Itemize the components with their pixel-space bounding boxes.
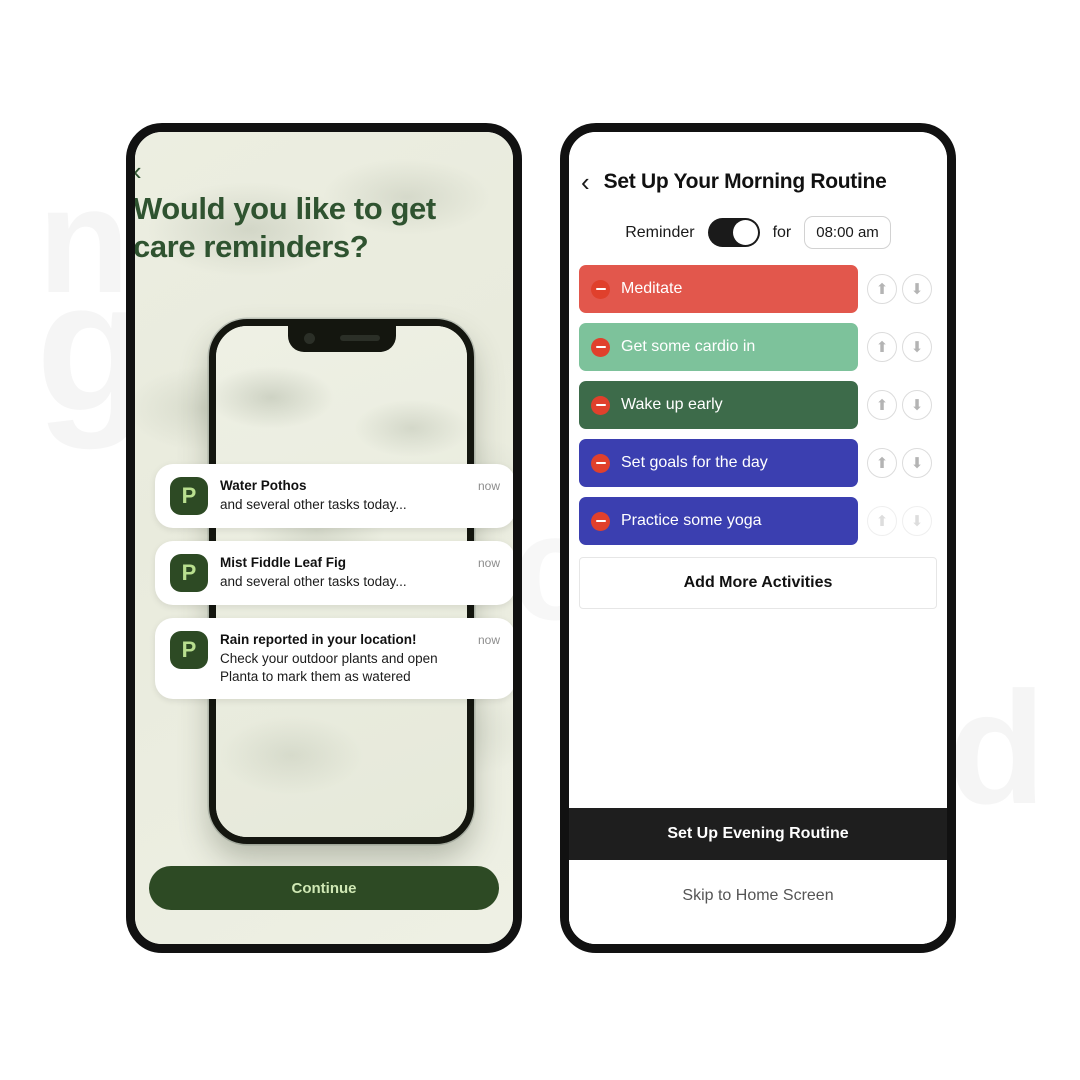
notification-text: Check your outdoor plants and open Plant… xyxy=(220,650,438,685)
toggle-knob xyxy=(732,220,758,245)
skip-to-home-button[interactable]: Skip to Home Screen xyxy=(569,860,947,944)
move-down-icon[interactable]: ⬇ xyxy=(902,274,932,304)
reminder-label: Reminder xyxy=(625,223,695,241)
right-phone-frame: ‹ Set Up Your Morning Routine Reminder f… xyxy=(560,123,956,953)
left-phone-frame: ‹ Would you like to get care reminders? … xyxy=(126,123,522,953)
set-up-evening-routine-button[interactable]: Set Up Evening Routine xyxy=(569,808,947,860)
reminder-toggle[interactable] xyxy=(707,218,760,247)
activity-label: Practice some yoga xyxy=(621,512,762,529)
back-icon[interactable]: ‹ xyxy=(135,158,142,184)
continue-button[interactable]: Continue xyxy=(149,866,499,910)
table-row: Meditate ⬆ ⬇ xyxy=(579,265,937,313)
table-row: Get some cardio in ⬆ ⬇ xyxy=(579,323,937,371)
speaker-icon xyxy=(339,335,380,341)
notch xyxy=(287,326,396,352)
camera-icon xyxy=(303,333,315,344)
activity-label: Get some cardio in xyxy=(621,338,756,355)
move-up-icon[interactable]: ⬆ xyxy=(867,332,897,362)
list-item[interactable]: P Rain reported in your location! Check … xyxy=(155,618,513,700)
notification-title: Rain reported in your location! xyxy=(220,632,417,647)
notification-time: now xyxy=(477,479,500,493)
activity-label: Wake up early xyxy=(621,396,723,413)
back-icon[interactable]: ‹ xyxy=(581,169,590,195)
table-row: Practice some yoga ⬆ ⬇ xyxy=(579,497,937,545)
remove-icon[interactable] xyxy=(591,395,610,415)
remove-icon[interactable] xyxy=(591,279,610,299)
table-row: Wake up early ⬆ ⬇ xyxy=(579,381,937,429)
header: ‹ Set Up Your Morning Routine xyxy=(569,132,947,195)
page-title: Set Up Your Morning Routine xyxy=(603,170,887,193)
list-item[interactable]: P Mist Fiddle Leaf Fig and several other… xyxy=(155,541,513,605)
activity-chip[interactable]: Practice some yoga xyxy=(579,497,858,545)
remove-icon[interactable] xyxy=(591,511,610,531)
table-row: Set goals for the day ⬆ ⬇ xyxy=(579,439,937,487)
activity-label: Meditate xyxy=(621,280,683,297)
move-up-icon[interactable]: ⬆ xyxy=(867,274,897,304)
move-down-icon[interactable]: ⬇ xyxy=(902,390,932,420)
notification-title: Mist Fiddle Leaf Fig xyxy=(220,555,347,570)
reminder-row: Reminder for 08:00 am xyxy=(569,195,947,265)
right-phone-screen: ‹ Set Up Your Morning Routine Reminder f… xyxy=(569,132,947,944)
activity-chip[interactable]: Wake up early xyxy=(579,381,858,429)
move-down-icon[interactable]: ⬇ xyxy=(902,448,932,478)
activity-list: Meditate ⬆ ⬇ Get some cardio in ⬆ ⬇ Wake… xyxy=(569,265,947,555)
notification-title: Water Pothos xyxy=(220,478,307,493)
move-up-icon[interactable]: ⬆ xyxy=(867,448,897,478)
notification-list: P Water Pothos and several other tasks t… xyxy=(155,464,513,712)
watermark-d: d xyxy=(948,658,1046,837)
move-down-icon[interactable]: ⬇ xyxy=(902,332,932,362)
activity-chip[interactable]: Set goals for the day xyxy=(579,439,858,487)
remove-icon[interactable] xyxy=(591,453,610,473)
move-up-icon[interactable]: ⬆ xyxy=(867,506,897,536)
left-phone-screen: ‹ Would you like to get care reminders? … xyxy=(135,132,513,944)
app-icon: P xyxy=(170,477,208,515)
remove-icon[interactable] xyxy=(591,337,610,357)
move-down-icon[interactable]: ⬇ xyxy=(902,506,932,536)
notification-time: now xyxy=(477,633,500,647)
app-icon: P xyxy=(170,631,208,669)
add-more-activities-button[interactable]: Add More Activities xyxy=(579,557,937,609)
page-title: Would you like to get care reminders? xyxy=(135,191,436,264)
for-label: for xyxy=(772,223,792,241)
list-item[interactable]: P Water Pothos and several other tasks t… xyxy=(155,464,513,528)
reminder-time-field[interactable]: 08:00 am xyxy=(804,216,891,249)
move-up-icon[interactable]: ⬆ xyxy=(867,390,897,420)
activity-chip[interactable]: Meditate xyxy=(579,265,858,313)
notification-text: and several other tasks today... xyxy=(220,573,407,589)
notification-time: now xyxy=(477,556,500,570)
notification-text: and several other tasks today... xyxy=(220,496,407,512)
app-icon: P xyxy=(170,554,208,592)
activity-label: Set goals for the day xyxy=(621,454,768,471)
activity-chip[interactable]: Get some cardio in xyxy=(579,323,858,371)
